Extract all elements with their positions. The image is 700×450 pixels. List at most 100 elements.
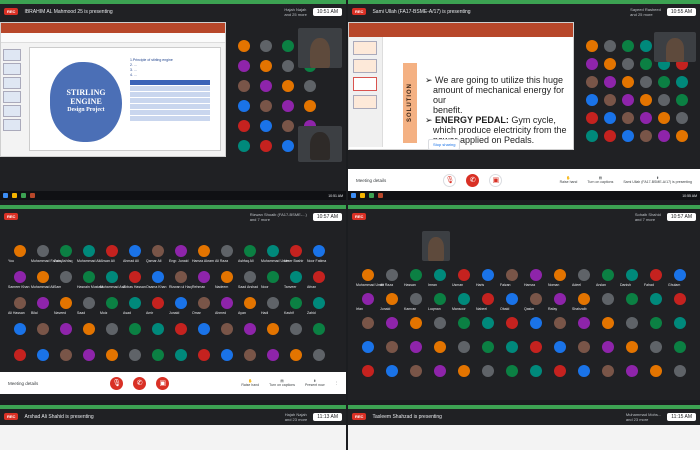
camera-button[interactable]: ▣ [489, 173, 503, 187]
participant-avatar [290, 349, 302, 361]
participant-avatar [604, 130, 616, 142]
participant-avatar [506, 293, 518, 305]
participant-avatar [238, 80, 250, 92]
ppt-toolbar[interactable] [1, 33, 225, 43]
participant-avatar [362, 341, 374, 353]
participant-avatar [260, 40, 272, 52]
captions-button[interactable]: ▤ Turn on captions [587, 176, 613, 184]
slide-thumb[interactable] [353, 77, 377, 91]
meeting-details-button[interactable]: Meeting details [8, 381, 38, 386]
shared-screen-area [348, 425, 700, 450]
participant-avatar [14, 245, 26, 257]
participant-avatar [244, 297, 256, 309]
participant-name: Qasim [524, 307, 535, 311]
rec-badge: REC [352, 213, 367, 220]
participant-avatar [458, 365, 470, 377]
slide-thumb[interactable] [3, 119, 21, 131]
hangup-button[interactable]: ✆ [133, 376, 147, 390]
powerpoint-window[interactable]: STIRLING ENGINE Design Project 1.Princip… [0, 22, 226, 157]
clock: 10:55 AM [666, 7, 696, 16]
taskbar-app-icon[interactable] [378, 193, 383, 198]
hangup-button[interactable]: ✆ [466, 173, 480, 187]
participant-avatar [175, 349, 187, 361]
participant-avatar [267, 245, 279, 257]
powerpoint-window[interactable]: SOLUTION ➢ We are going to utilize this … [348, 22, 574, 150]
participant-avatar [674, 293, 686, 305]
participant-avatar [586, 76, 598, 88]
participant-avatar [14, 349, 26, 361]
participant-avatar [434, 317, 446, 329]
raise-hand-button[interactable]: ✋ Raise hand [560, 176, 578, 184]
participant-avatar [434, 269, 446, 281]
stop-sharing-button[interactable]: Stop sharing [428, 139, 461, 150]
participant-avatar [238, 40, 250, 52]
windows-taskbar[interactable]: 10:51 AM [0, 191, 346, 200]
taskbar-app-icon[interactable] [12, 193, 17, 198]
slide-thumb[interactable] [3, 49, 21, 61]
meet-topbar: REC Sami Ullah (FA17-BSME-A/17) is prese… [348, 4, 700, 19]
taskbar-app-icon[interactable] [21, 193, 26, 198]
slide-thumb[interactable] [353, 59, 377, 73]
participant-avatar [626, 365, 638, 377]
taskbar-app-icon[interactable] [369, 193, 374, 198]
participant-avatar [362, 269, 374, 281]
slide-thumbnails[interactable] [3, 47, 25, 150]
more-options-icon[interactable]: ⋮ [335, 381, 339, 385]
meet-topbar: REC Rizwan Shoaib (FA17-BSME-...) and 7 m… [0, 209, 346, 224]
slide-thumbnails[interactable] [349, 37, 383, 147]
windows-start-icon[interactable] [351, 193, 356, 198]
rec-badge: REC [4, 8, 19, 15]
participant-avatar [554, 317, 566, 329]
slide-thumb[interactable] [353, 41, 377, 55]
presenting-button[interactable]: ⬆ Sami Ullah (FA17-BSME-A/17) is presenti… [623, 176, 692, 184]
slide-thumb[interactable] [3, 77, 21, 89]
participant-name: Nabeel [476, 307, 488, 311]
participant-avatar [304, 100, 316, 112]
mic-button[interactable]: 🎙 [443, 173, 457, 187]
participant-avatar [260, 140, 272, 152]
meeting-details-button[interactable]: Meeting details [356, 178, 386, 183]
windows-start-icon[interactable] [3, 193, 8, 198]
participant-name: Muhammad Ali [77, 259, 101, 263]
raise-hand-button[interactable]: ✋ Raise hand [241, 379, 259, 387]
participant-name: Danish [620, 283, 631, 287]
participant-name: Hamza [524, 283, 536, 287]
participant-avatar [238, 140, 250, 152]
present-now-button[interactable]: ⬆ Present now [305, 379, 324, 387]
participant-avatar [83, 349, 95, 361]
participant-avatar [175, 323, 187, 335]
participant-name: Asad [123, 311, 131, 315]
participant-avatar [676, 130, 688, 142]
participant-avatar [640, 40, 652, 52]
participant-avatar [626, 317, 638, 329]
participant-avatar [650, 341, 662, 353]
participant-avatar [260, 120, 272, 132]
participant-avatar [530, 269, 542, 281]
windows-taskbar[interactable]: 10:55 AM [348, 191, 700, 200]
participant-avatar [362, 293, 374, 305]
participant-avatar [238, 100, 250, 112]
taskbar-app-icon[interactable] [360, 193, 365, 198]
captions-button[interactable]: ▤ Turn on captions [269, 379, 295, 387]
camera-off-button[interactable]: ▣ [156, 376, 170, 390]
clock: 11:15 AM [667, 412, 696, 421]
participant-avatar [282, 60, 294, 72]
taskbar-app-icon[interactable] [30, 193, 35, 198]
participant-name: Hamza Akram [192, 259, 214, 263]
slide-thumb[interactable] [3, 91, 21, 103]
participant-avatar [640, 130, 652, 142]
slide-thumb[interactable] [3, 105, 21, 117]
participant-avatar [221, 323, 233, 335]
participant-avatar [282, 80, 294, 92]
participant-avatar [60, 245, 72, 257]
participant-avatar [244, 271, 256, 283]
participant-avatar [578, 293, 590, 305]
mic-off-button[interactable]: 🎙 [110, 376, 124, 390]
participant-name: Noor Fatima [307, 259, 327, 263]
participant-video [310, 132, 330, 160]
participant-avatar [152, 245, 164, 257]
slide-thumb[interactable] [353, 95, 377, 109]
slide-thumb[interactable] [3, 63, 21, 75]
slide-canvas[interactable]: STIRLING ENGINE Design Project 1.Princip… [29, 47, 221, 151]
participant-avatar [622, 40, 634, 52]
